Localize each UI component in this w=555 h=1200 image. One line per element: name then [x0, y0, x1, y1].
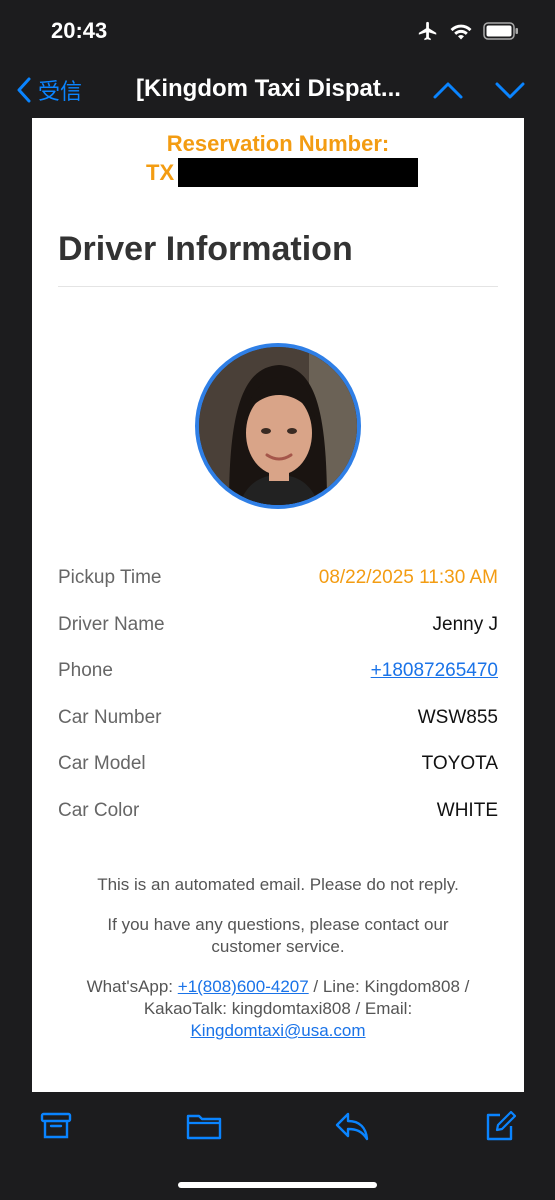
status-time: 20:43	[51, 18, 108, 43]
email-link[interactable]: Kingdomtaxi@usa.com	[190, 1021, 365, 1040]
nav-bar: 受信 [Kingdom Taxi Dispat...	[0, 62, 555, 118]
section-heading: Driver Information	[58, 230, 353, 268]
previous-message-button[interactable]	[432, 76, 464, 104]
folder-icon[interactable]	[186, 1110, 222, 1142]
status-icons	[417, 20, 519, 42]
reservation-label: Reservation Number:	[166, 131, 390, 156]
back-button[interactable]: 受信	[16, 74, 82, 106]
redaction-bar	[178, 158, 418, 187]
reply-icon[interactable]	[334, 1110, 370, 1142]
row-label: Pickup Time	[58, 567, 162, 588]
row-label: Phone	[58, 660, 113, 681]
reservation-prefix: TX	[146, 160, 175, 185]
back-label: 受信	[38, 79, 83, 104]
compose-icon[interactable]	[484, 1110, 516, 1142]
questions-notice: If you have any questions, please contac…	[107, 915, 449, 956]
row-value: 08/22/2025 11:30 AM	[318, 567, 498, 588]
driver-photo	[199, 347, 357, 505]
phone-link[interactable]: +18087265470	[371, 660, 498, 682]
whatsapp-link[interactable]: +1(808)600-4207	[178, 977, 309, 996]
status-bar: 20:43	[0, 0, 555, 62]
info-row-pickup-time: Pickup Time 08/22/2025 11:30 AM	[58, 567, 498, 597]
battery-icon	[483, 22, 518, 40]
archive-icon[interactable]	[40, 1110, 72, 1142]
row-label: Car Model	[58, 753, 146, 774]
email-body: Reservation Number: TX Driver Informatio…	[32, 118, 524, 1092]
info-row-driver-name: Driver Name Jenny J	[58, 614, 498, 644]
message-title: [Kingdom Taxi Dispat...	[136, 75, 401, 102]
home-indicator	[178, 1182, 377, 1188]
info-row-car-model: Car Model TOYOTA	[58, 753, 498, 783]
row-value: WSW855	[417, 707, 498, 728]
info-row-car-color: Car Color WHITE	[58, 800, 498, 830]
next-message-button[interactable]	[494, 76, 526, 104]
contact-info: What'sApp: +1(808)600-4207 / Line: Kingd…	[72, 976, 484, 1042]
airplane-icon	[418, 21, 437, 41]
row-label: Driver Name	[58, 614, 165, 635]
row-value: Jenny J	[432, 614, 498, 635]
contact-prefix: What'sApp:	[86, 977, 178, 996]
info-row-car-number: Car Number WSW855	[58, 707, 498, 737]
chevron-left-icon	[17, 77, 31, 103]
row-label: Car Color	[58, 800, 140, 821]
automated-notice: This is an automated email. Please do no…	[97, 875, 459, 894]
row-value: WHITE	[436, 800, 498, 821]
row-label: Car Number	[58, 707, 162, 728]
driver-avatar	[195, 343, 361, 509]
info-row-phone: Phone +18087265470	[58, 660, 498, 690]
row-value: TOYOTA	[421, 753, 498, 774]
divider	[58, 286, 498, 287]
wifi-icon	[450, 24, 472, 40]
